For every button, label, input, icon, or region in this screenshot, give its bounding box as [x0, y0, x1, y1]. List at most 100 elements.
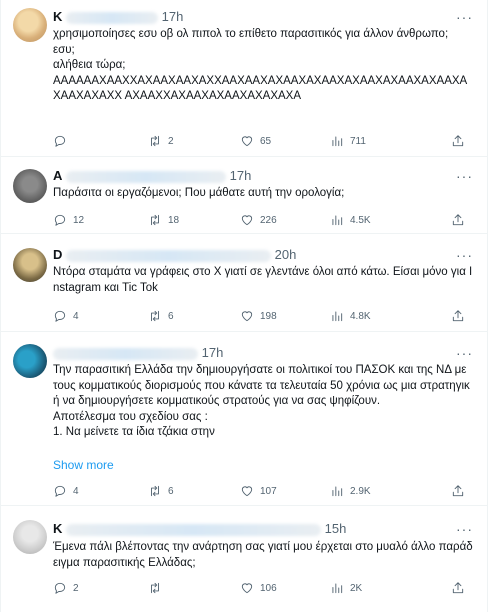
- reply-icon: [54, 135, 66, 147]
- views-button[interactable]: 711: [330, 133, 366, 149]
- retweet-button[interactable]: 18: [148, 212, 179, 228]
- retweet-count: 6: [168, 485, 174, 497]
- like-button[interactable]: 226: [240, 212, 277, 228]
- timestamp[interactable]: 20h: [275, 247, 297, 262]
- like-count: 106: [260, 582, 277, 594]
- views-button[interactable]: 2.9K: [330, 483, 371, 499]
- author-name-redacted: [66, 11, 159, 24]
- author-name-redacted: [66, 523, 322, 536]
- reply-icon: [54, 485, 66, 497]
- share-button[interactable]: [451, 308, 465, 324]
- views-count: 711: [350, 135, 366, 147]
- like-icon: [241, 486, 253, 497]
- author-name[interactable]: K: [53, 521, 62, 536]
- like-icon: [241, 215, 253, 226]
- timestamp[interactable]: 15h: [325, 521, 347, 536]
- reply-count: 4: [73, 485, 79, 497]
- avatar[interactable]: [13, 169, 47, 203]
- reply-count: 2: [73, 582, 79, 594]
- share-icon: [452, 214, 464, 226]
- tweet-text: Την παρασιτική Ελλάδα την δημιουργήσατε …: [53, 364, 470, 438]
- like-icon: [241, 311, 253, 322]
- tweet-text: Παράσιτα οι εργαζόμενοι; Που μάθατε αυτή…: [53, 187, 345, 199]
- tweet-header: 17h: [53, 344, 475, 362]
- tweet-header: A 17h: [53, 167, 475, 185]
- reply-icon: [54, 582, 66, 594]
- retweet-count: 18: [168, 214, 180, 226]
- views-button[interactable]: 2K: [330, 580, 362, 596]
- like-button[interactable]: 65: [240, 133, 271, 149]
- reply-button[interactable]: 2: [53, 580, 79, 596]
- views-icon: [332, 486, 343, 497]
- tweet-text: Ντόρα σταμάτα να γράφεις στο Χ γιατί σε …: [53, 266, 473, 294]
- views-count: 2K: [350, 582, 363, 594]
- views-button[interactable]: 4.5K: [330, 212, 371, 228]
- more-icon[interactable]: ···: [456, 346, 473, 360]
- author-name[interactable]: A: [53, 168, 62, 183]
- retweet-button[interactable]: 2: [148, 133, 174, 149]
- tweet-item[interactable]: 17h ··· Την παρασιτική Ελλάδα την δημιου…: [1, 332, 487, 506]
- author-name[interactable]: K: [53, 9, 62, 24]
- share-button[interactable]: [451, 580, 465, 596]
- tweet-header: K 15h: [53, 520, 475, 538]
- tweet-header: D 20h: [53, 246, 475, 264]
- share-button[interactable]: [451, 133, 465, 149]
- tweet-item[interactable]: A 17h ··· Παράσιτα οι εργαζόμενοι; Που μ…: [1, 157, 487, 234]
- show-more-link[interactable]: Show more: [53, 458, 114, 472]
- like-icon: [241, 583, 253, 594]
- author-name-redacted: [53, 347, 198, 360]
- views-icon: [332, 136, 343, 147]
- like-button[interactable]: 106: [240, 580, 277, 596]
- retweet-button[interactable]: 6: [148, 483, 174, 499]
- like-button[interactable]: 198: [240, 308, 277, 324]
- tweet-item[interactable]: K 15h ··· Έμενα πάλι βλέποντας την ανάρτ…: [1, 506, 487, 612]
- retweet-button[interactable]: [148, 580, 168, 596]
- reply-feed: K 17h ··· χρησιμοποίησες εσυ οβ ολ πιπολ…: [0, 0, 488, 612]
- reply-button[interactable]: [53, 133, 73, 149]
- reply-button[interactable]: 4: [53, 308, 79, 324]
- timestamp[interactable]: 17h: [230, 168, 252, 183]
- author-name[interactable]: D: [53, 247, 62, 262]
- tweet-item[interactable]: D 20h ··· Ντόρα σταμάτα να γράφεις στο Χ…: [1, 234, 487, 332]
- retweet-count: 6: [168, 310, 174, 322]
- views-icon: [332, 215, 343, 226]
- share-button[interactable]: [451, 483, 465, 499]
- share-icon: [452, 135, 464, 147]
- share-icon: [452, 310, 464, 322]
- more-icon[interactable]: ···: [456, 522, 473, 536]
- tweet-text: χρησιμοποίησες εσυ οβ ολ πιπολ το επίθετ…: [53, 28, 468, 102]
- avatar[interactable]: [13, 8, 47, 42]
- tweet-text: Έμενα πάλι βλέποντας την ανάρτηση σας γι…: [53, 541, 473, 569]
- like-button[interactable]: 107: [240, 483, 277, 499]
- reply-icon: [54, 310, 66, 322]
- retweet-icon: [151, 135, 159, 147]
- tweet-actions: 4 6 198 4.8K: [53, 308, 473, 324]
- more-icon[interactable]: ···: [456, 169, 473, 183]
- share-button[interactable]: [451, 212, 465, 228]
- tweet-actions: 2 106 2K: [53, 580, 473, 596]
- more-icon[interactable]: ···: [456, 10, 473, 24]
- avatar[interactable]: [13, 248, 47, 282]
- reply-icon: [54, 214, 66, 226]
- author-name-redacted: [66, 249, 272, 262]
- reply-count: 4: [73, 310, 79, 322]
- retweet-icon: [151, 310, 159, 322]
- like-count: 226: [260, 214, 277, 226]
- tweet-item[interactable]: K 17h ··· χρησιμοποίησες εσυ οβ ολ πιπολ…: [1, 0, 487, 157]
- reply-button[interactable]: 12: [53, 212, 84, 228]
- avatar[interactable]: [13, 520, 47, 554]
- views-icon: [332, 311, 343, 322]
- views-count: 2.9K: [350, 485, 371, 497]
- more-icon[interactable]: ···: [456, 248, 473, 262]
- tweet-actions: 12 18 226 4.5K: [53, 212, 473, 228]
- reply-count: 12: [73, 214, 85, 226]
- retweet-count: 2: [168, 135, 174, 147]
- views-button[interactable]: 4.8K: [330, 308, 371, 324]
- views-count: 4.8K: [350, 310, 371, 322]
- reply-button[interactable]: 4: [53, 483, 79, 499]
- timestamp[interactable]: 17h: [202, 345, 224, 360]
- retweet-button[interactable]: 6: [148, 308, 174, 324]
- timestamp[interactable]: 17h: [162, 9, 184, 24]
- avatar[interactable]: [13, 344, 47, 378]
- tweet-actions: 4 6 107 2.9K: [53, 483, 473, 499]
